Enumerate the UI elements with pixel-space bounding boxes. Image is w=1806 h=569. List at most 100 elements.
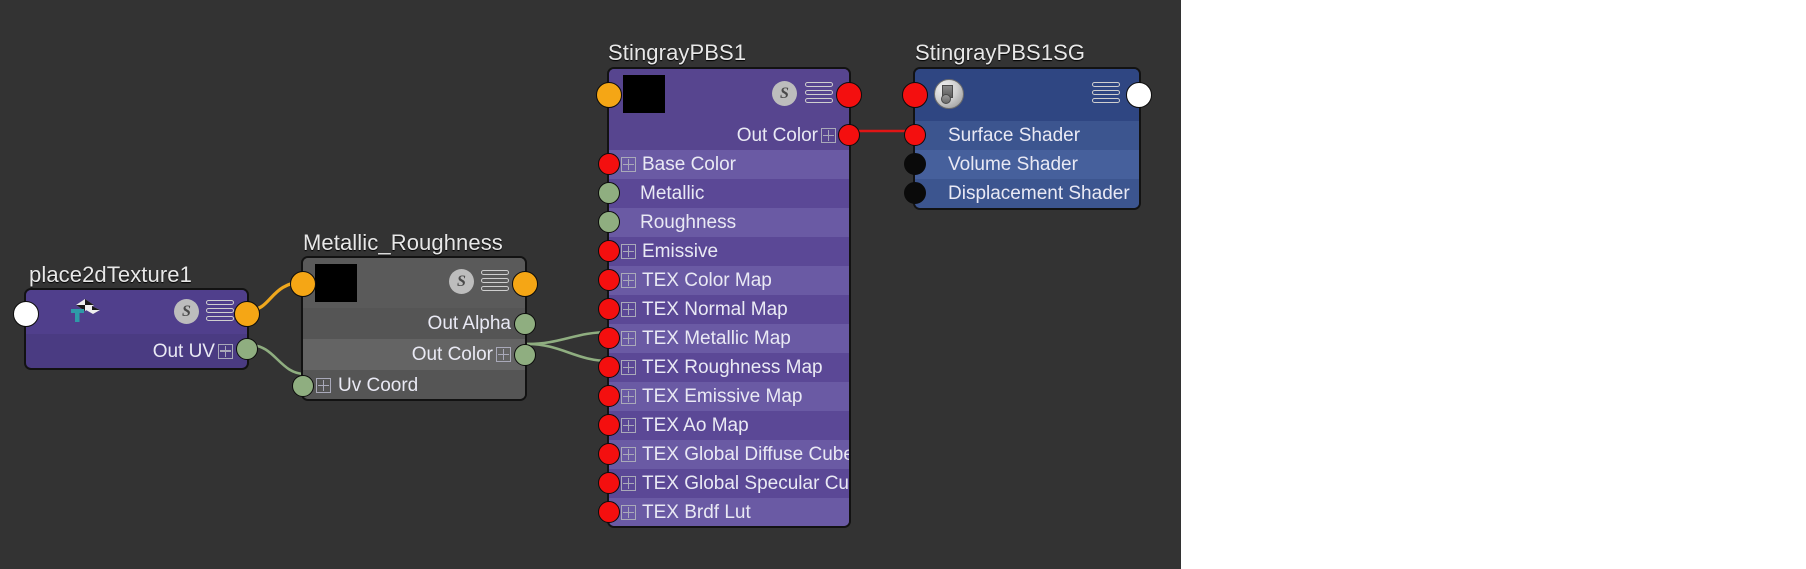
plug-surface-shader[interactable] bbox=[904, 124, 926, 146]
row-emissive[interactable]: Emissive bbox=[609, 237, 849, 266]
list-icon[interactable] bbox=[1092, 82, 1120, 108]
plug-uv-coord[interactable] bbox=[292, 375, 314, 397]
plug-tex-emissive-map[interactable] bbox=[598, 385, 620, 407]
row-base-color[interactable]: Base Color bbox=[609, 150, 849, 179]
s-badge-icon[interactable]: S bbox=[449, 269, 474, 294]
row-volume-shader-label: Volume Shader bbox=[948, 154, 1078, 175]
row-tex-global-specular-cube[interactable]: TEX Global Specular Cube bbox=[609, 469, 849, 498]
expand-plus-icon[interactable] bbox=[621, 447, 636, 462]
node-body-metallic-roughness: S Out Alpha Out Color Uv Coord bbox=[303, 258, 525, 399]
row-tex-global-diffuse-cube[interactable]: TEX Global Diffuse Cube bbox=[609, 440, 849, 469]
row-tex-metallic-map[interactable]: TEX Metallic Map bbox=[609, 324, 849, 353]
plug-tex-ao-map[interactable] bbox=[598, 414, 620, 436]
expand-plus-icon[interactable] bbox=[218, 343, 233, 359]
plug-out-color[interactable] bbox=[514, 344, 536, 366]
expand-plus-icon[interactable] bbox=[621, 273, 636, 288]
expand-plus-icon[interactable] bbox=[621, 331, 636, 346]
expand-plus-icon[interactable] bbox=[316, 378, 331, 393]
plug-volume-shader[interactable] bbox=[904, 153, 926, 175]
row-tex-normal-map[interactable]: TEX Normal Map bbox=[609, 295, 849, 324]
row-surface-shader-label: Surface Shader bbox=[948, 125, 1081, 146]
node-editor-canvas[interactable]: place2dTexture1 S Out UV Metallic_Roughn… bbox=[0, 0, 1181, 569]
plug-mr-input[interactable] bbox=[290, 271, 316, 297]
row-out-alpha-label: Out Alpha bbox=[427, 313, 511, 334]
row-tex-brdf-lut[interactable]: TEX Brdf Lut bbox=[609, 498, 849, 526]
row-tex-emissive-map[interactable]: TEX Emissive Map bbox=[609, 382, 849, 411]
plug-emissive[interactable] bbox=[598, 240, 620, 262]
list-icon[interactable] bbox=[481, 270, 509, 296]
s-badge-label: S bbox=[182, 302, 191, 320]
plug-tex-metallic-map[interactable] bbox=[598, 327, 620, 349]
plug-metallic[interactable] bbox=[598, 182, 620, 204]
row-roughness[interactable]: Roughness bbox=[609, 208, 849, 237]
plug-out-uv[interactable] bbox=[236, 338, 258, 360]
node-title-metallic-roughness: Metallic_Roughness bbox=[303, 230, 503, 255]
plug-tex-brdf-lut[interactable] bbox=[598, 501, 620, 523]
shading-group-icon[interactable] bbox=[934, 79, 964, 109]
row-surface-shader[interactable]: Surface Shader bbox=[915, 121, 1139, 150]
plug-displacement-shader[interactable] bbox=[904, 182, 926, 204]
node-stingraypbs1[interactable]: S Out Color Base Color Metallic Roughnes… bbox=[596, 67, 862, 528]
plug-sg-output[interactable] bbox=[1126, 82, 1152, 108]
expand-plus-icon[interactable] bbox=[621, 505, 636, 520]
row-tex-brdf-lut-label: TEX Brdf Lut bbox=[642, 502, 751, 523]
place2d-icon bbox=[68, 296, 102, 326]
plug-pbs-input[interactable] bbox=[596, 82, 622, 108]
row-tex-global-diffuse-cube-label: TEX Global Diffuse Cube bbox=[642, 444, 849, 465]
texture-preview-panel: MetallicRoughness bbox=[1181, 0, 1806, 569]
file-texture-swatch[interactable] bbox=[623, 75, 665, 113]
row-tex-emissive-map-label: TEX Emissive Map bbox=[642, 386, 803, 407]
node-body-place2dtexture1: S Out UV bbox=[26, 290, 247, 368]
node-title-stingraypbs1sg: StingrayPBS1SG bbox=[915, 40, 1086, 65]
node-stingraypbs1sg[interactable]: Surface Shader Volume Shader Displacemen… bbox=[902, 67, 1152, 210]
node-body-stingraypbs1: S Out Color Base Color Metallic Roughnes… bbox=[609, 69, 849, 526]
s-badge-icon[interactable]: S bbox=[772, 81, 797, 106]
screenshot-root: place2dTexture1 S Out UV Metallic_Roughn… bbox=[0, 0, 1806, 569]
row-tex-color-map[interactable]: TEX Color Map bbox=[609, 266, 849, 295]
expand-plus-icon[interactable] bbox=[621, 244, 636, 259]
row-volume-shader[interactable]: Volume Shader bbox=[915, 150, 1139, 179]
expand-plus-icon[interactable] bbox=[621, 302, 636, 317]
row-tex-roughness-map[interactable]: TEX Roughness Map bbox=[609, 353, 849, 382]
row-tex-ao-map[interactable]: TEX Ao Map bbox=[609, 411, 849, 440]
expand-plus-icon[interactable] bbox=[621, 418, 636, 433]
row-out-uv[interactable]: Out UV bbox=[26, 334, 247, 368]
row-displacement-shader[interactable]: Displacement Shader bbox=[915, 179, 1139, 208]
expand-plus-icon[interactable] bbox=[621, 476, 636, 491]
s-badge-icon[interactable]: S bbox=[174, 299, 199, 324]
plug-out-color[interactable] bbox=[838, 124, 860, 146]
row-out-uv-label: Out UV bbox=[152, 340, 215, 362]
row-out-color-label: Out Color bbox=[736, 125, 818, 146]
list-icon[interactable] bbox=[805, 82, 833, 108]
plug-pbs-output[interactable] bbox=[836, 82, 862, 108]
plug-out-alpha[interactable] bbox=[514, 313, 536, 335]
expand-plus-icon[interactable] bbox=[621, 389, 636, 404]
file-texture-swatch[interactable] bbox=[315, 264, 357, 302]
row-metallic[interactable]: Metallic bbox=[609, 179, 849, 208]
plug-place2d-input[interactable] bbox=[13, 301, 39, 327]
plug-tex-global-specular-cube[interactable] bbox=[598, 472, 620, 494]
plug-sg-input[interactable] bbox=[902, 82, 928, 108]
row-emissive-label: Emissive bbox=[642, 241, 719, 262]
plug-mr-output[interactable] bbox=[512, 271, 538, 297]
row-out-color[interactable]: Out Color bbox=[303, 339, 525, 370]
expand-plus-icon[interactable] bbox=[621, 360, 636, 375]
plug-roughness[interactable] bbox=[598, 211, 620, 233]
plug-base-color[interactable] bbox=[598, 153, 620, 175]
list-icon[interactable] bbox=[206, 300, 234, 326]
row-uv-coord[interactable]: Uv Coord bbox=[303, 370, 525, 399]
plug-tex-color-map[interactable] bbox=[598, 269, 620, 291]
expand-plus-icon[interactable] bbox=[821, 128, 836, 143]
wire-outcolor-to-roughnessmap bbox=[526, 342, 611, 363]
expand-plus-icon[interactable] bbox=[496, 347, 511, 362]
plug-tex-normal-map[interactable] bbox=[598, 298, 620, 320]
row-out-alpha[interactable]: Out Alpha bbox=[303, 308, 525, 339]
plug-tex-roughness-map[interactable] bbox=[598, 356, 620, 378]
expand-plus-icon[interactable] bbox=[621, 157, 636, 172]
s-badge-label: S bbox=[780, 84, 789, 102]
node-place2dtexture1[interactable]: S Out UV bbox=[13, 288, 260, 370]
plug-tex-global-diffuse-cube[interactable] bbox=[598, 443, 620, 465]
row-out-color[interactable]: Out Color bbox=[609, 121, 849, 150]
node-metallic-roughness[interactable]: S Out Alpha Out Color Uv Coord bbox=[290, 256, 538, 401]
plug-place2d-output[interactable] bbox=[234, 301, 260, 327]
